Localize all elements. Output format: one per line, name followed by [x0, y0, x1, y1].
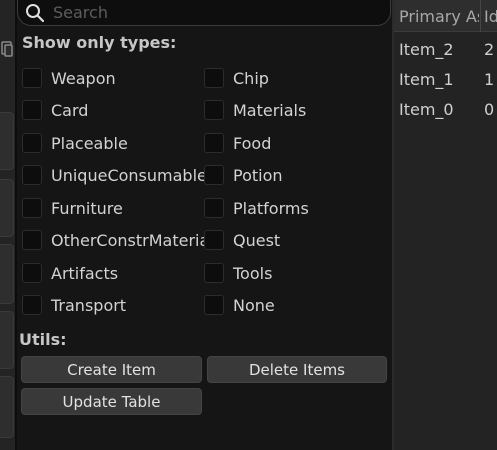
table-cell-primary-asset[interactable]: Item_1 — [399, 70, 454, 89]
filter-label: Tools — [233, 263, 273, 283]
filter-option[interactable]: Food — [204, 132, 271, 154]
filter-label: Transport — [51, 295, 127, 315]
filter-checkbox[interactable] — [204, 295, 224, 315]
filter-label: Furniture — [51, 198, 123, 218]
column-separator[interactable] — [480, 0, 481, 32]
filter-option[interactable]: Furniture — [22, 197, 123, 219]
side-tile[interactable] — [0, 311, 14, 369]
filter-checkbox[interactable] — [204, 100, 224, 120]
table-cell-id[interactable]: 1 — [484, 70, 494, 89]
filter-option[interactable]: Artifacts — [22, 262, 118, 284]
search-box[interactable]: Search — [17, 0, 391, 26]
filter-option[interactable]: Chip — [204, 67, 269, 89]
filter-option[interactable]: Transport — [22, 294, 126, 316]
filter-checkbox[interactable] — [204, 165, 224, 185]
filter-checkbox[interactable] — [204, 198, 224, 218]
filter-option[interactable]: Tools — [204, 262, 272, 284]
table-cell-id[interactable]: 0 — [484, 100, 494, 119]
filter-label: UniqueConsumable — [51, 165, 207, 185]
filter-option[interactable]: Card — [22, 99, 88, 121]
side-tile[interactable] — [0, 376, 14, 438]
panel-tab-icon[interactable] — [1, 40, 13, 58]
table-cell-primary-asset[interactable]: Item_2 — [399, 40, 454, 59]
column-header-primary-asset[interactable]: Primary Asset — [399, 7, 479, 26]
filter-option[interactable]: Platforms — [204, 197, 309, 219]
filter-label: Weapon — [51, 68, 116, 88]
filter-option[interactable]: None — [204, 294, 275, 316]
search-icon — [26, 3, 45, 22]
filter-label: Food — [233, 133, 272, 153]
table-cell-primary-asset[interactable]: Item_0 — [399, 100, 454, 119]
filter-label: Artifacts — [51, 263, 119, 283]
table-header: Primary Asset Id — [394, 0, 497, 32]
filter-label: OtherConstrMaterial — [51, 230, 214, 250]
filter-label: Quest — [233, 230, 281, 250]
filter-option[interactable]: Placeable — [22, 132, 128, 154]
side-tile[interactable] — [0, 179, 14, 237]
filter-label: Potion — [233, 165, 283, 185]
filter-label: Card — [51, 100, 89, 120]
side-tile[interactable] — [0, 244, 14, 304]
filter-checkbox[interactable] — [204, 230, 224, 250]
table-cell-id[interactable]: 2 — [484, 40, 494, 59]
filter-title: Show only types: — [22, 33, 177, 52]
filter-option[interactable]: Materials — [204, 99, 306, 121]
filter-label: None — [233, 295, 275, 315]
delete-items-button[interactable]: Delete Items — [207, 356, 387, 383]
search-input[interactable]: Search — [53, 3, 108, 22]
filter-option[interactable]: Quest — [204, 229, 280, 251]
filter-checkbox[interactable] — [22, 295, 42, 315]
create-item-button[interactable]: Create Item — [21, 356, 202, 383]
update-table-button[interactable]: Update Table — [21, 388, 202, 415]
filter-label: Chip — [233, 68, 269, 88]
filter-checkbox[interactable] — [204, 133, 224, 153]
filter-checkbox[interactable] — [22, 198, 42, 218]
filter-checkbox[interactable] — [22, 68, 42, 88]
filter-panel: Search Show only types: Weapon Card Plac… — [17, 0, 392, 450]
side-tile[interactable] — [0, 112, 14, 170]
filter-label: Placeable — [51, 133, 128, 153]
filter-checkbox[interactable] — [22, 165, 42, 185]
filter-checkbox[interactable] — [22, 133, 42, 153]
filter-checkbox[interactable] — [22, 230, 42, 250]
filter-label: Platforms — [233, 198, 309, 218]
utils-title: Utils: — [19, 330, 67, 349]
filter-option[interactable]: UniqueConsumable — [22, 164, 207, 186]
filter-option[interactable]: Potion — [204, 164, 283, 186]
filter-checkbox[interactable] — [204, 263, 224, 283]
filter-checkbox[interactable] — [22, 100, 42, 120]
items-table: Primary Asset Id Item_2 2 Item_1 1 Item_… — [394, 0, 497, 450]
filter-checkbox[interactable] — [22, 263, 42, 283]
side-panel-strip — [0, 0, 15, 450]
filter-checkbox[interactable] — [204, 68, 224, 88]
column-header-id[interactable]: Id — [484, 7, 497, 26]
filter-option[interactable]: OtherConstrMaterial — [22, 229, 214, 251]
filter-option[interactable]: Weapon — [22, 67, 116, 89]
filter-label: Materials — [233, 100, 307, 120]
